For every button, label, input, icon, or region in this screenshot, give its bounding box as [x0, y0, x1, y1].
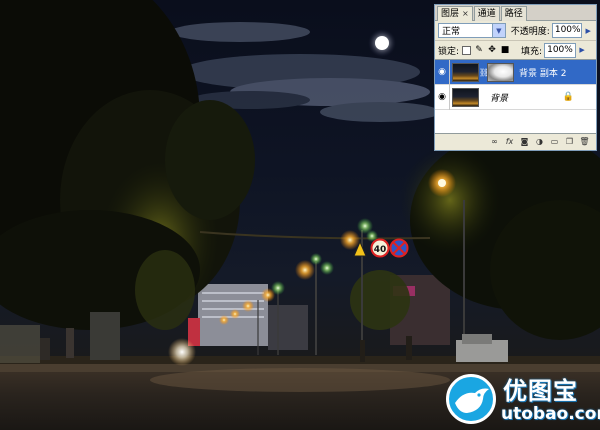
fill-label: 填充: [521, 46, 543, 57]
layer-mask-icon[interactable]: ◙ [519, 136, 530, 147]
watermark: 优图宝 utobao.com [444, 369, 600, 430]
tab-layers[interactable]: 图层 × [437, 6, 473, 21]
layer-name: 背景 [490, 93, 509, 104]
tab-channels[interactable]: 通道 [473, 6, 500, 21]
lock-fill-row: 锁定: ✎ ✥ ■ 填充: 100% ▶ [435, 40, 596, 59]
panel-tabs: 图层 × 通道 路径 [435, 5, 596, 21]
opacity-label: 不透明度: [510, 27, 550, 37]
tab-channels-label: 通道 [477, 9, 496, 19]
new-group-icon[interactable]: ▭ [549, 136, 560, 147]
layer-mask-thumbnail[interactable] [487, 62, 514, 82]
eye-visibility-icon[interactable]: ◉ [435, 59, 450, 85]
lock-all-icon[interactable]: ■ [500, 45, 510, 55]
trash-icon[interactable]: 🗑 [579, 136, 590, 147]
opacity-input[interactable]: 100% [551, 23, 583, 38]
lock-brush-icon[interactable]: ✎ [474, 45, 484, 55]
fill-input[interactable]: 100% [544, 42, 577, 58]
lock-move-icon[interactable]: ✥ [487, 45, 497, 55]
moon [375, 36, 389, 50]
speed-limit-text: 40 [374, 245, 387, 255]
watermark-url: utobao.com [501, 404, 600, 424]
layer-thumbnail [452, 62, 479, 82]
lock-transparent-icon[interactable] [462, 45, 472, 55]
chevron-down-icon[interactable]: ▼ [491, 24, 505, 37]
chain-link-icon[interactable]: ⛓ [479, 68, 489, 77]
watermark-chinese: 优图宝 [503, 377, 578, 405]
lock-label: 锁定: [438, 46, 460, 57]
blend-mode-select[interactable]: 正常 ▼ [438, 23, 506, 38]
bird-logo-icon [446, 374, 496, 424]
padlock-icon: 🔒 [562, 92, 574, 102]
layer-list: ◉ ⛓ 背景 副本 2 ◉ 背景 🔒 [435, 59, 596, 134]
layer-thumbnail [452, 87, 479, 107]
fx-icon[interactable]: fx [504, 136, 515, 147]
blend-opacity-row: 正常 ▼ 不透明度: 100% ▶ [435, 21, 596, 40]
blend-mode-value: 正常 [442, 27, 461, 37]
fill-slider-arrow-icon[interactable]: ▶ [577, 44, 587, 57]
opacity-slider-arrow-icon[interactable]: ▶ [583, 24, 593, 37]
tab-paths[interactable]: 路径 [500, 6, 527, 21]
tab-close-icon[interactable]: × [462, 7, 469, 21]
tab-layers-label: 图层 [441, 9, 460, 19]
tab-paths-label: 路径 [504, 9, 523, 19]
layer-row-background[interactable]: ◉ 背景 🔒 [435, 84, 596, 110]
eye-visibility-icon[interactable]: ◉ [435, 84, 450, 110]
new-layer-icon[interactable]: ❐ [564, 136, 575, 147]
adjustment-layer-icon[interactable]: ◑ [534, 136, 545, 147]
layers-panel: 图层 × 通道 路径 正常 ▼ 不透明度: 100% ▶ 锁定: ✎ ✥ ■ 填… [434, 4, 597, 151]
layer-name: 背景 副本 2 [519, 68, 567, 79]
link-layers-icon[interactable]: ∞ [489, 136, 500, 147]
panel-footer: ∞ fx ◙ ◑ ▭ ❐ 🗑 [435, 134, 596, 148]
layer-row-background-copy-2[interactable]: ◉ ⛓ 背景 副本 2 [435, 59, 596, 85]
